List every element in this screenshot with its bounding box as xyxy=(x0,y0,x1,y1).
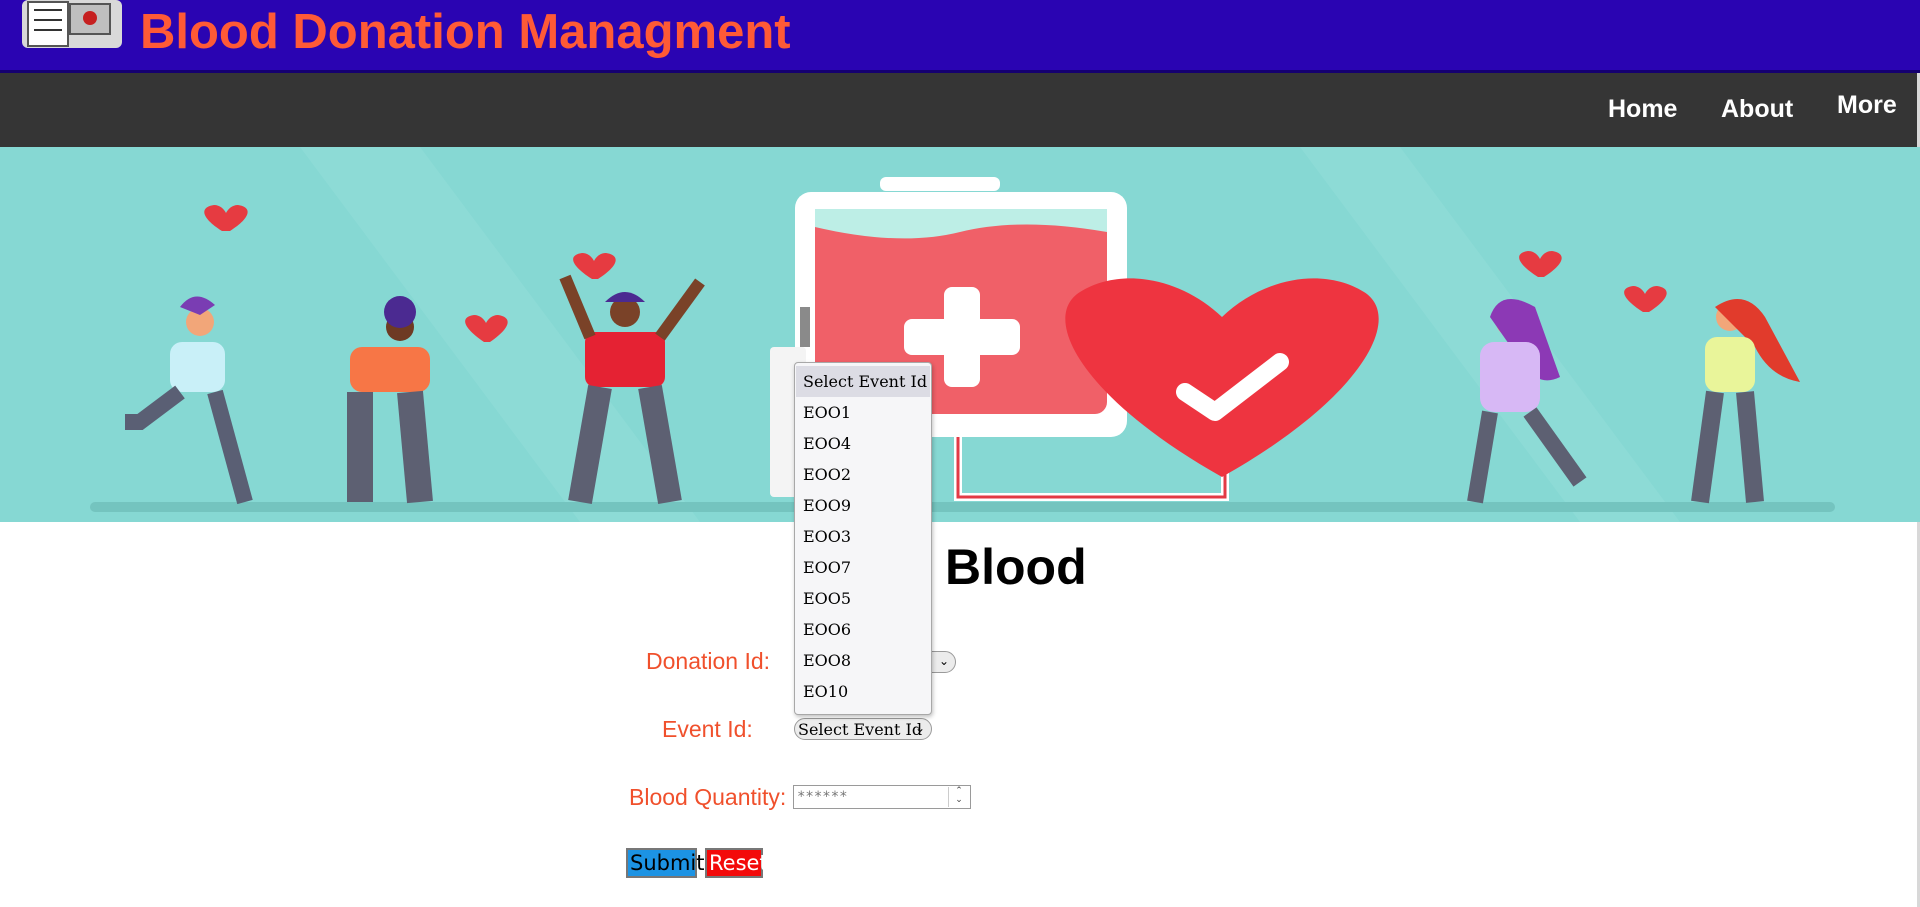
event-id-label: Event Id: xyxy=(662,716,753,742)
event-id-select-value: Select Event Id xyxy=(798,720,923,739)
dropdown-option[interactable]: EOO8 xyxy=(796,645,930,676)
top-header: Blood Donation Managment xyxy=(0,0,1920,73)
dropdown-option[interactable]: EOO5 xyxy=(796,583,930,614)
dropdown-option[interactable]: EOO6 xyxy=(796,614,930,645)
donation-id-label: Donation Id: xyxy=(646,648,771,674)
blood-quantity-input[interactable]: ****** ⌃ ⌄ xyxy=(793,785,971,809)
site-title: Blood Donation Managment xyxy=(140,5,791,59)
nav-about-link[interactable]: About xyxy=(1721,95,1793,124)
chevron-down-icon: ⌄ xyxy=(938,654,949,668)
nav-more-link[interactable]: More xyxy=(1837,91,1897,120)
nav-home-link[interactable]: Home xyxy=(1608,95,1677,124)
number-spinner[interactable]: ⌃ ⌄ xyxy=(948,787,969,807)
event-id-select[interactable]: Select Event Id ⌄ xyxy=(794,718,932,740)
blood-quantity-label: Blood Quantity: xyxy=(629,784,787,810)
person-5 xyxy=(1624,286,1800,504)
dropdown-option[interactable]: EOO9 xyxy=(796,490,930,521)
submit-button[interactable]: Submit xyxy=(626,848,705,878)
dropdown-option[interactable]: EOO1 xyxy=(796,397,930,428)
form-title: Blood xyxy=(945,539,1087,595)
person-1 xyxy=(125,205,253,505)
dropdown-option[interactable]: Select Event Id xyxy=(796,366,930,397)
nav-bar: Home About More xyxy=(0,73,1920,147)
logo-icon xyxy=(22,0,122,48)
blood-quantity-placeholder: ****** xyxy=(797,789,848,805)
event-id-dropdown-list: Select Event Id EOO1 EOO4 EOO2 EOO9 EOO3… xyxy=(794,362,932,715)
blood-donation-illustration xyxy=(90,147,1835,522)
dropdown-option[interactable]: EOO3 xyxy=(796,521,930,552)
dropdown-option[interactable]: EOO2 xyxy=(796,459,930,490)
hero-banner xyxy=(0,147,1920,522)
chevron-down-icon: ⌄ xyxy=(914,721,925,735)
dropdown-option[interactable]: EOO4 xyxy=(796,428,930,459)
dropdown-option[interactable]: EOO7 xyxy=(796,552,930,583)
dropdown-option[interactable]: EO10 xyxy=(796,676,930,707)
reset-button[interactable]: Reset xyxy=(705,848,768,878)
person-2 xyxy=(347,296,508,504)
